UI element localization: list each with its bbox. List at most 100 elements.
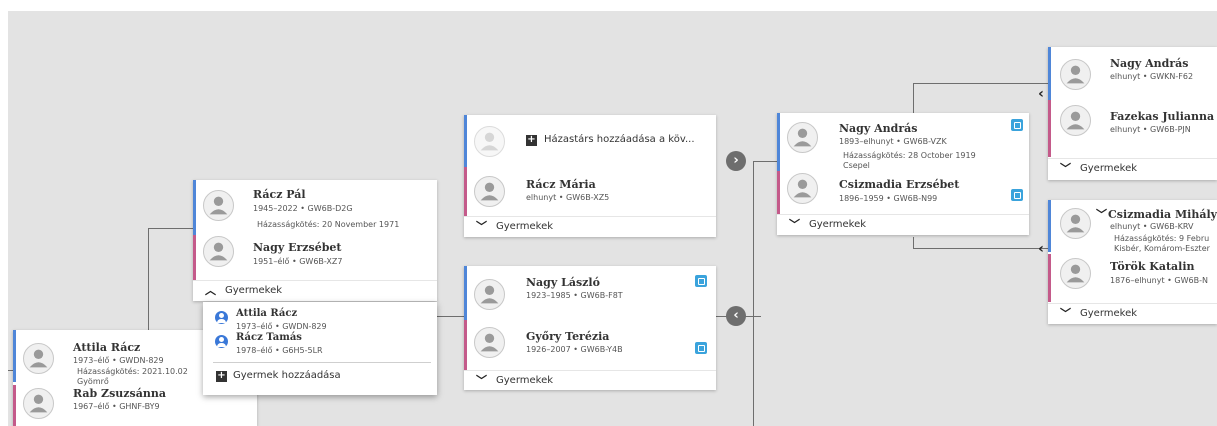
chevron-left-icon[interactable]: ‹ (1034, 241, 1048, 257)
avatar-icon (474, 176, 505, 207)
person-meta: elhunyt • GW6B-XZ5 (526, 193, 610, 202)
children-popup: Attila Rácz 1973–élő • GWDN-829 Rácz Tam… (203, 302, 437, 395)
child-item[interactable]: Rácz Tamás 1978–élő • G6H5-5LR (203, 332, 437, 356)
person-torok-katalin[interactable]: Török Katalin 1876–elhunyt • GW6B-N (1048, 254, 1217, 302)
person-name: Nagy András (839, 122, 918, 135)
family-tree-icon[interactable] (695, 275, 707, 287)
person-csizmadia-erzsebet[interactable]: Csizmadia Erzsébet 1896–1959 • GW6B-N99 (777, 171, 1029, 214)
connector-line (753, 161, 754, 426)
child-item[interactable]: Attila Rácz 1973–élő • GWDN-829 (203, 306, 437, 331)
person-nagy-andras-sr[interactable]: Nagy András elhunyt • GWKN-F62 (1048, 47, 1217, 100)
person-name: Csizmadia Mihály (1108, 208, 1217, 221)
person-nagy-laszlo[interactable]: Nagy László 1923–1985 • GW6B-F8T (464, 266, 716, 320)
person-meta: 1876–elhunyt • GW6B-N (1110, 276, 1208, 285)
children-label: Gyermekek (225, 285, 283, 296)
avatar-icon (203, 236, 234, 267)
marriage-info: Házasságkötés: 28 October 1919 (843, 151, 976, 160)
children-toggle[interactable]: ﹀ Gyermekek (1048, 303, 1217, 324)
marriage-place: Csepel (843, 161, 870, 170)
person-name: Csizmadia Erzsébet (839, 178, 960, 191)
person-meta: 1973–élő • GWDN-829 (73, 356, 164, 365)
chevron-down-icon: ﹀ (789, 218, 800, 231)
plus-icon: + (216, 370, 227, 382)
children-toggle[interactable]: ﹀ Gyermekek (464, 216, 716, 237)
male-indicator (464, 115, 467, 167)
couple-card-nagy-andras-parents: Nagy András elhunyt • GWKN-F62 Fazekas J… (1048, 47, 1217, 180)
person-name: Török Katalin (1110, 260, 1195, 273)
add-child-label: Gyermek hozzáadása (233, 370, 341, 381)
male-indicator (1048, 47, 1051, 100)
chevron-right-icon[interactable]: › (726, 151, 746, 171)
chevron-up-icon: ︿ (205, 284, 216, 297)
male-indicator (1048, 200, 1051, 252)
person-nagy-andras[interactable]: Nagy András 1893–elhunyt • GW6B-VZK Háza… (777, 113, 1029, 171)
avatar-icon (787, 173, 818, 204)
person-meta: elhunyt • GW6B-KRV (1110, 222, 1194, 231)
person-racz-pal[interactable]: Rácz Pál 1945–2022 • GW6B-D2G Házasságkö… (193, 180, 437, 235)
connector-line (753, 161, 777, 162)
person-name: Rácz Mária (526, 178, 596, 191)
children-toggle[interactable]: ︿ Gyermekek (193, 280, 437, 301)
marriage-info: Házasságkötés: 9 Febru (1114, 234, 1210, 243)
chevron-down-icon: ﹀ (476, 374, 487, 387)
person-name: Nagy László (526, 276, 600, 289)
avatar-placeholder-icon (474, 126, 505, 157)
male-indicator (464, 266, 467, 320)
chevron-down-icon: ﹀ (1060, 307, 1071, 320)
chevron-down-icon: ﹀ (1060, 162, 1071, 175)
person-gyory-terezia[interactable]: Győry Terézia 1926–2007 • GW6B-Y4B (464, 320, 716, 370)
female-indicator (13, 385, 16, 426)
connector-line (148, 228, 193, 229)
children-toggle[interactable]: ﹀ Gyermekek (464, 370, 716, 390)
person-meta: 1926–2007 • GW6B-Y4B (526, 345, 623, 354)
connector-line (148, 228, 149, 338)
plus-icon: + (526, 134, 537, 146)
person-meta: 1967–élő • GHNF-BY9 (73, 402, 160, 411)
child-meta: 1978–élő • G6H5-5LR (236, 346, 323, 355)
avatar-icon (474, 279, 505, 310)
female-indicator (464, 167, 467, 216)
children-label: Gyermekek (496, 221, 554, 232)
popup-divider (213, 362, 431, 363)
male-indicator (777, 113, 780, 171)
children-toggle[interactable]: ﹀ Gyermekek (1048, 158, 1217, 179)
marriage-info: Házasságkötés: 20 November 1971 (257, 220, 400, 229)
person-meta: 1951–élő • GW6B-XZ7 (253, 257, 343, 266)
chevron-down-icon[interactable]: ﹀ (1096, 206, 1107, 222)
person-meta: 1896–1959 • GW6B-N99 (839, 194, 938, 203)
chevron-left-icon[interactable]: ‹ (726, 306, 746, 326)
tree-canvas[interactable]: Attila Rácz 1973–élő • GWDN-829 Házasság… (8, 11, 1217, 426)
marriage-info: Házasságkötés: 2021.10.02 (77, 367, 188, 376)
couple-card-nagy-laszlo: Nagy László 1923–1985 • GW6B-F8T Győry T… (464, 266, 716, 390)
avatar-icon (1060, 208, 1091, 239)
family-tree-icon[interactable] (1011, 119, 1023, 131)
person-meta: 1893–elhunyt • GW6B-VZK (839, 137, 947, 146)
connector-line (913, 83, 1048, 84)
person-nagy-erzsebet[interactable]: Nagy Erzsébet 1951–élő • GW6B-XZ7 (193, 235, 437, 280)
couple-card-racz-pal: Rácz Pál 1945–2022 • GW6B-D2G Házasságkö… (193, 180, 437, 301)
person-name: Győry Terézia (526, 330, 610, 343)
avatar-icon (23, 343, 54, 374)
family-tree-icon[interactable] (1011, 189, 1023, 201)
chevron-left-icon[interactable]: ‹ (1034, 86, 1048, 102)
children-label: Gyermekek (1080, 308, 1138, 319)
person-racz-maria[interactable]: Rácz Mária elhunyt • GW6B-XZ5 (464, 167, 716, 216)
child-name: Rácz Tamás (236, 332, 302, 343)
person-name: Rácz Pál (253, 188, 306, 201)
female-indicator (464, 320, 467, 370)
male-indicator (193, 180, 196, 235)
couple-card-racz-maria: + Házastárs hozzáadása a köv... Rácz Már… (464, 115, 716, 237)
person-icon (215, 311, 228, 324)
children-label: Gyermekek (1080, 163, 1138, 174)
person-name: Fazekas Julianna (1110, 110, 1215, 123)
add-spouse-row[interactable]: + Házastárs hozzáadása a köv... (464, 115, 716, 167)
add-child-button[interactable]: + Gyermek hozzáadása (203, 366, 437, 388)
person-meta: 1945–2022 • GW6B-D2G (253, 204, 353, 213)
female-indicator (1048, 100, 1051, 157)
add-spouse-label[interactable]: Házastárs hozzáadása a köv... (544, 134, 695, 145)
male-indicator (13, 330, 16, 382)
person-fazekas-julianna[interactable]: Fazekas Julianna elhunyt • GW6B-PJN (1048, 100, 1217, 157)
children-toggle[interactable]: ﹀ Gyermekek (777, 214, 1029, 235)
person-csizmadia-mihaly[interactable]: ﹀ Csizmadia Mihály elhunyt • GW6B-KRV Há… (1048, 200, 1217, 253)
family-tree-icon[interactable] (695, 342, 707, 354)
